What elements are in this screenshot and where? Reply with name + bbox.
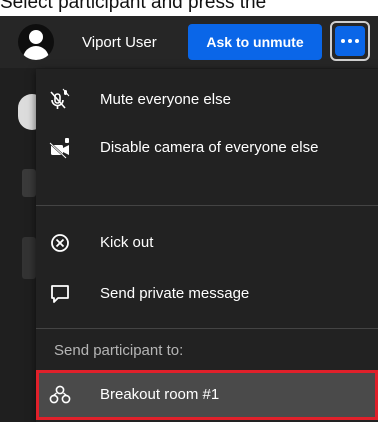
background-control xyxy=(22,169,36,197)
instruction-caption: Select participant and press the xyxy=(0,0,267,13)
menu-divider xyxy=(36,205,378,206)
menu-item-label: Breakout room #1 xyxy=(100,386,220,403)
menu-item-private-message[interactable]: Send private message xyxy=(36,271,378,317)
menu-item-disable-camera[interactable]: Disable camera of everyone else xyxy=(36,125,378,171)
menu-divider xyxy=(36,328,378,329)
menu-item-label: Send private message xyxy=(100,285,250,302)
background-control xyxy=(22,237,36,279)
menu-item-label: Disable camera of everyone else xyxy=(100,139,319,156)
menu-item-kick-out[interactable]: Kick out xyxy=(36,220,378,266)
menu-item-label: Mute everyone else xyxy=(100,91,231,108)
send-to-section-label: Send participant to: xyxy=(54,342,184,359)
more-options-focus-ring xyxy=(330,21,370,61)
chat-bubble-icon xyxy=(48,282,72,306)
more-dots-icon[interactable] xyxy=(335,26,365,56)
mute-mic-icon xyxy=(48,88,72,112)
ask-to-unmute-button[interactable]: Ask to unmute xyxy=(188,24,322,60)
close-circle-icon xyxy=(48,231,72,255)
participant-context-menu: Mute everyone else Disable camera of eve… xyxy=(36,69,378,422)
menu-item-label: Kick out xyxy=(100,234,154,251)
breakout-rooms-icon xyxy=(48,383,72,407)
meeting-app: Viport User Ask to unmute Mute everyone … xyxy=(0,16,378,422)
participant-row[interactable]: Viport User Ask to unmute xyxy=(0,16,378,68)
menu-item-breakout-room[interactable]: Breakout room #1 xyxy=(36,370,378,420)
participant-name: Viport User xyxy=(82,34,157,51)
avatar xyxy=(18,24,54,60)
camera-off-icon xyxy=(48,136,72,160)
menu-item-mute-everyone[interactable]: Mute everyone else xyxy=(36,77,378,123)
